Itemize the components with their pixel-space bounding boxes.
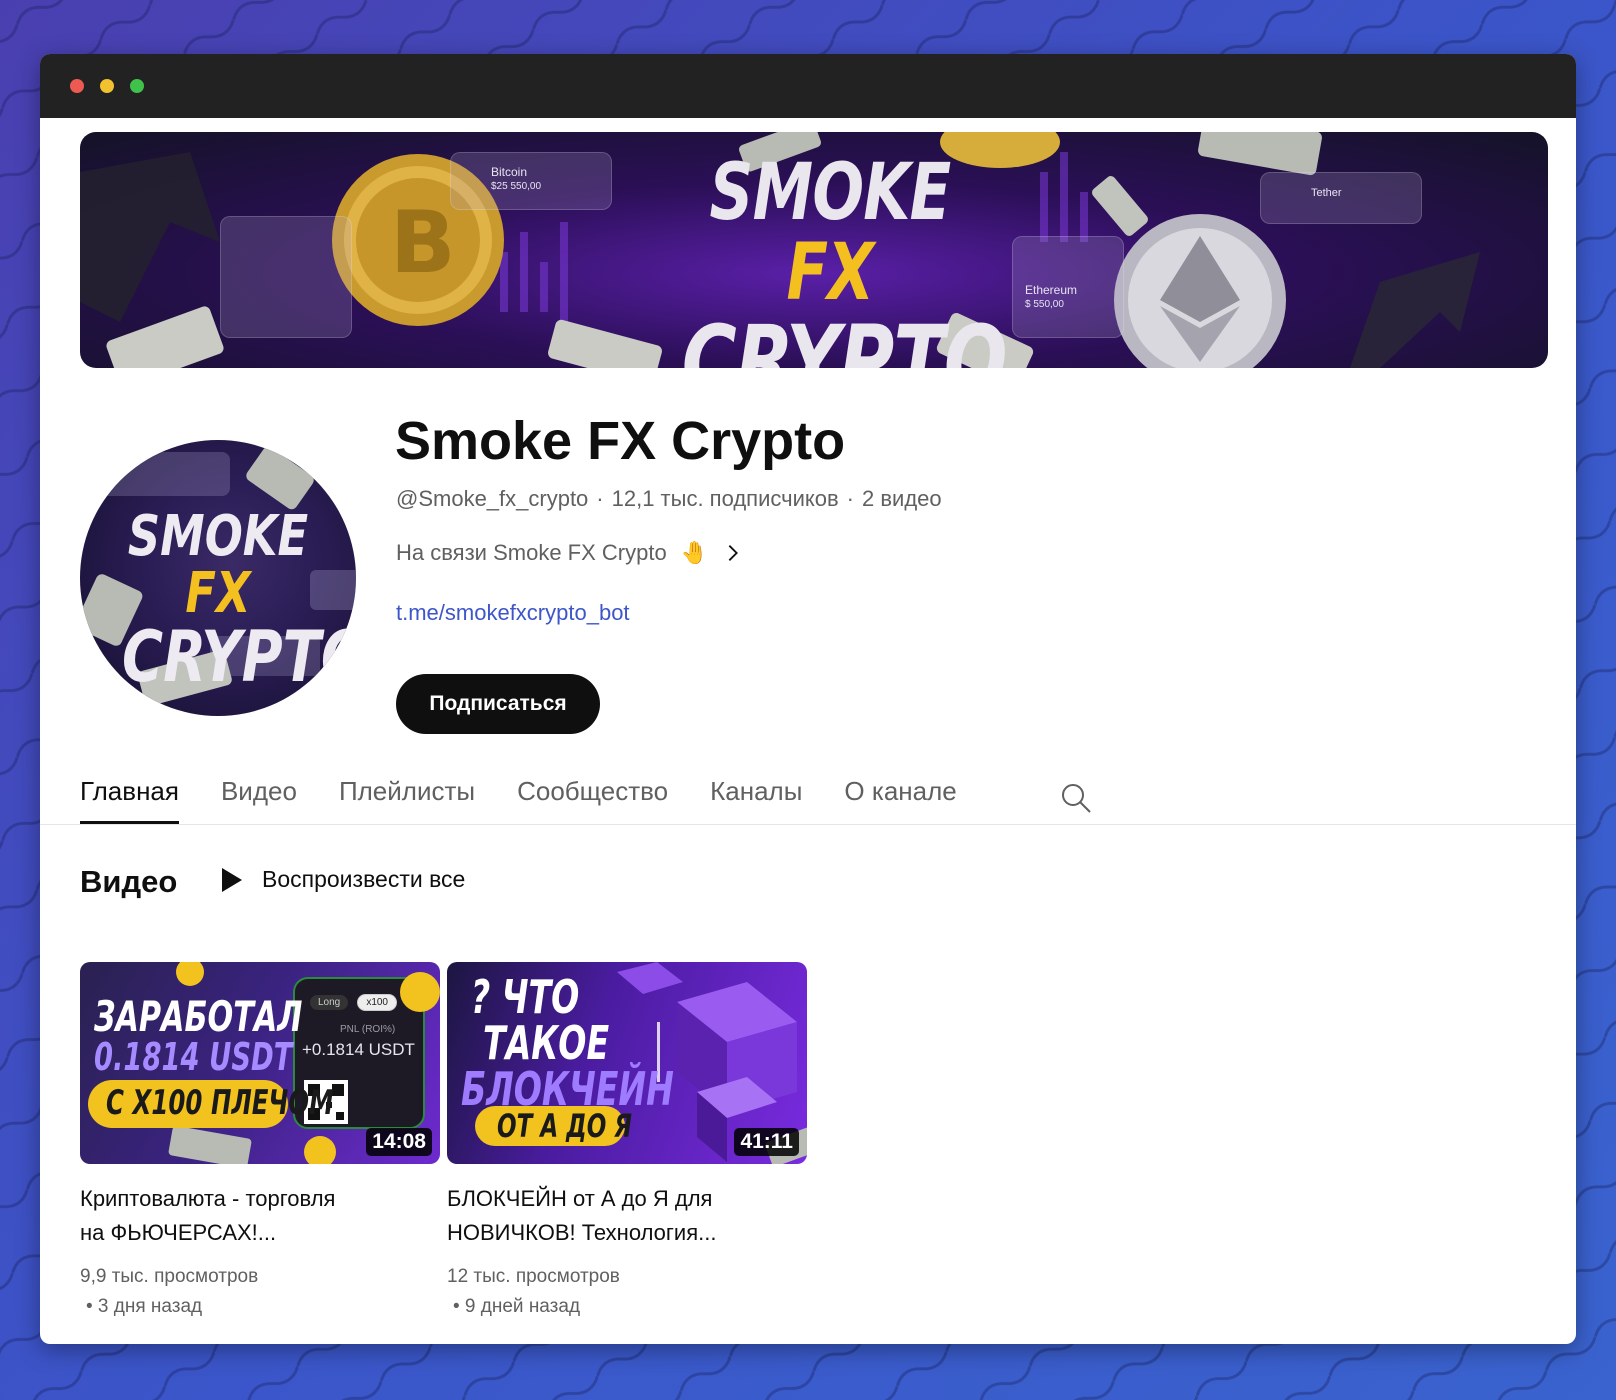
channel-meta: @Smoke_fx_crypto · 12,1 тыс. подписчиков… <box>396 486 942 512</box>
ethereum-card-name: Ethereum <box>1025 283 1078 297</box>
video-age: • 9 дней назад <box>453 1296 581 1317</box>
play-all-button[interactable]: Воспроизвести все <box>220 866 465 893</box>
decorative-card <box>220 216 352 338</box>
tether-card-name: Tether <box>1311 187 1342 199</box>
window-titlebar <box>40 54 1576 118</box>
maximize-window-dot[interactable] <box>130 79 144 93</box>
tether-price-card: Tether <box>1260 172 1422 224</box>
avatar-title-word-smoke: SMOKE <box>127 504 309 569</box>
video-title-line2: НОВИЧКОВ! Технология... <box>447 1220 717 1245</box>
channel-external-link[interactable]: t.me/smokefxcrypto_bot <box>396 600 630 626</box>
video-views: 9,9 тыс. просмотров <box>80 1266 259 1287</box>
trade-card: Long x100 <box>310 994 410 1011</box>
thumb-headline-line2: ТАКОЕ <box>483 1016 610 1070</box>
channel-banner: B Bitcoin $25 550,00 Ethereum $ 550,00 T… <box>80 132 1548 368</box>
search-icon[interactable] <box>1058 780 1094 816</box>
play-icon <box>222 867 242 892</box>
video-views: 12 тыс. просмотров <box>447 1266 620 1287</box>
banner-title-word-fx: FX <box>786 227 875 318</box>
meta-separator: · <box>596 486 604 511</box>
video-count: 2 видео <box>862 486 942 511</box>
thumb-headline-line2: 0.1814 USDT <box>94 1035 293 1079</box>
trade-pnl-label: PNL (ROI%) <box>340 1024 396 1035</box>
banner-title-word-crypto: CRYPTO <box>681 305 1008 368</box>
video-thumbnail[interactable]: Long x100 PNL (ROI%) +0.1814 USDT ЗАРАБО… <box>80 962 440 1164</box>
trade-long-badge: Long <box>310 995 349 1010</box>
thumb-pill-text: С X100 ПЛЕЧОМ <box>106 1083 334 1123</box>
ethereum-price-card: Ethereum $ 550,00 <box>1012 236 1124 338</box>
video-card[interactable]: ? ЧТО ТАКОЕ БЛОКЧЕЙН ОТ А ДО Я 41:11 БЛО… <box>447 962 807 1322</box>
bitcoin-price-card: Bitcoin $25 550,00 <box>450 152 612 210</box>
video-meta: 12 тыс. просмотров • 9 дней назад <box>447 1262 807 1322</box>
chevron-right-icon[interactable] <box>722 542 744 564</box>
video-card[interactable]: Long x100 PNL (ROI%) +0.1814 USDT ЗАРАБО… <box>80 962 440 1322</box>
channel-description[interactable]: На связи Smoke FX Crypto 🤚 <box>396 540 744 566</box>
ethereum-card-price: $ 550,00 <box>1025 299 1064 310</box>
waving-hand-icon: 🤚 <box>680 540 709 565</box>
avatar-title-word-crypto: CRYPTO <box>122 616 356 699</box>
tab-home[interactable]: Главная <box>80 768 179 824</box>
video-title[interactable]: БЛОКЧЕЙН от А до Я для НОВИЧКОВ! Техноло… <box>447 1182 787 1250</box>
tabs-divider <box>40 824 1576 825</box>
banner-title: SMOKE FX CRYPTO <box>681 153 1008 368</box>
video-duration: 14:08 <box>366 1128 432 1156</box>
subscribe-button[interactable]: Подписаться <box>396 674 600 734</box>
channel-handle[interactable]: @Smoke_fx_crypto <box>396 486 588 512</box>
video-thumbnail[interactable]: ? ЧТО ТАКОЕ БЛОКЧЕЙН ОТ А ДО Я 41:11 <box>447 962 807 1164</box>
channel-name: Smoke FX Crypto <box>395 411 846 471</box>
bitcoin-card-price: $25 550,00 <box>491 181 542 192</box>
section-title: Видео <box>80 864 178 899</box>
close-window-dot[interactable] <box>70 79 84 93</box>
tab-playlists[interactable]: Плейлисты <box>339 768 475 824</box>
minimize-window-dot[interactable] <box>100 79 114 93</box>
svg-text:B: B <box>390 193 456 293</box>
meta-separator: · <box>846 486 854 511</box>
video-age: • 3 дня назад <box>86 1296 203 1317</box>
bitcoin-card-name: Bitcoin <box>491 165 528 179</box>
video-duration: 41:11 <box>734 1128 799 1156</box>
tab-channels[interactable]: Каналы <box>710 768 802 824</box>
thumb-headline-line1: ЗАРАБОТАЛ <box>94 992 303 1041</box>
trade-leverage-badge: x100 <box>357 994 397 1011</box>
tab-about[interactable]: О канале <box>844 768 956 824</box>
play-all-label: Воспроизвести все <box>262 866 466 892</box>
video-title-line1: Криптовалюта - торговля <box>80 1186 336 1211</box>
video-title-line2: на ФЬЮЧЕРСАХ!... <box>80 1220 277 1245</box>
channel-description-text: На связи Smoke FX Crypto <box>396 540 667 565</box>
thumb-headline-line1: ? ЧТО <box>471 970 580 1024</box>
avatar-title: SMOKE FX CRYPTO <box>122 508 356 699</box>
thumb-pill-text: ОТ А ДО Я <box>497 1107 633 1145</box>
trade-pnl-value: +0.1814 USDT <box>302 1040 415 1059</box>
video-title[interactable]: Криптовалюта - торговля на ФЬЮЧЕРСАХ!... <box>80 1182 420 1250</box>
banner-title-word-smoke: SMOKE <box>709 148 952 238</box>
browser-window: B Bitcoin $25 550,00 Ethereum $ 550,00 T… <box>40 54 1576 1344</box>
tab-videos[interactable]: Видео <box>221 768 297 824</box>
channel-avatar[interactable]: SMOKE FX CRYPTO <box>80 440 356 716</box>
video-title-line1: БЛОКЧЕЙН от А до Я для <box>447 1186 713 1211</box>
channel-tabs: Главная Видео Плейлисты Сообщество Канал… <box>80 768 957 824</box>
tab-community[interactable]: Сообщество <box>517 768 668 824</box>
subscriber-count: 12,1 тыс. подписчиков <box>611 486 839 511</box>
video-meta: 9,9 тыс. просмотров • 3 дня назад <box>80 1262 440 1322</box>
